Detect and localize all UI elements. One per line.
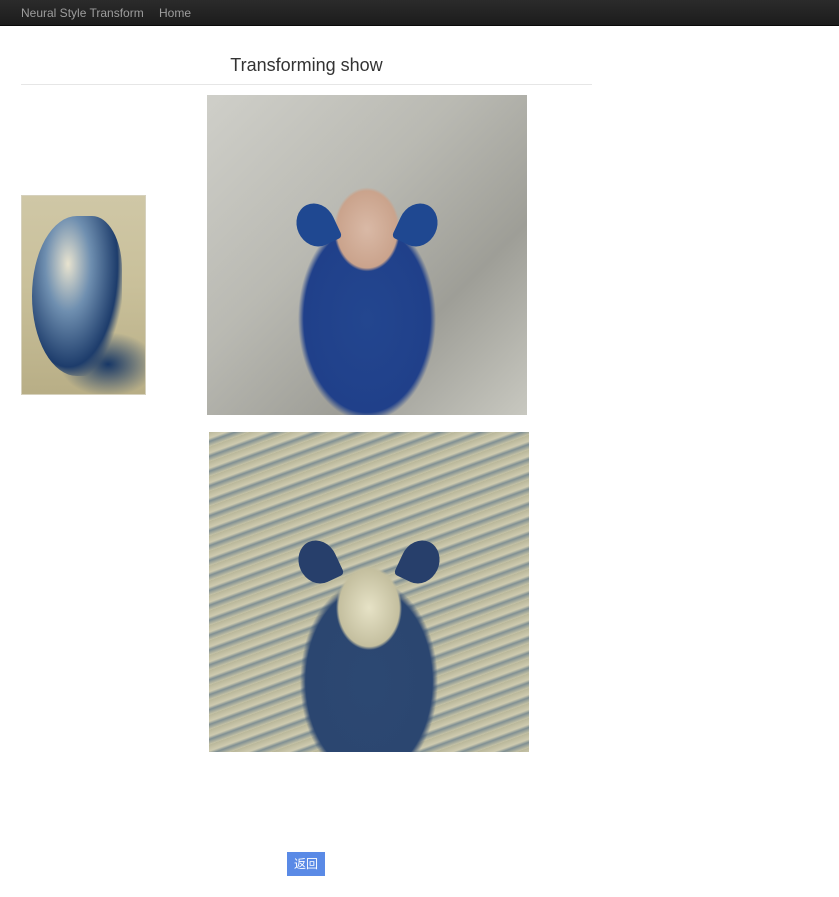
title-divider bbox=[21, 84, 592, 85]
top-navbar: Neural Style Transform Home bbox=[0, 0, 839, 26]
navbar-brand-link[interactable]: Neural Style Transform bbox=[21, 6, 144, 20]
hood-ear-left bbox=[291, 534, 345, 590]
navbar-home-link[interactable]: Home bbox=[159, 6, 191, 20]
style-painting-image bbox=[21, 195, 146, 395]
content-photo-image bbox=[207, 95, 527, 415]
hood-ear-right bbox=[393, 534, 447, 590]
hood-ear-left bbox=[289, 197, 343, 253]
transformed-result-image bbox=[209, 432, 529, 752]
back-button[interactable]: 返回 bbox=[287, 852, 325, 876]
hood-ear-right bbox=[391, 197, 445, 253]
page-title: Transforming show bbox=[230, 55, 383, 75]
wave-shape bbox=[32, 216, 122, 376]
